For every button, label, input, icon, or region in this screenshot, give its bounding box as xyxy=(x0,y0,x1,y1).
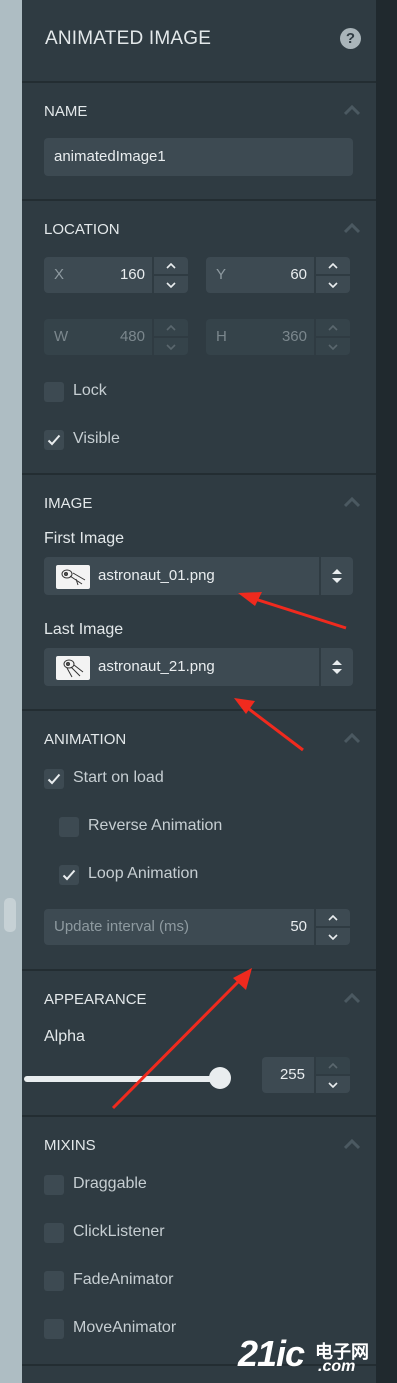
first-image-label: First Image xyxy=(44,530,125,547)
animation-section: ANIMATION Start on load Reverse Animatio… xyxy=(22,711,376,971)
astronaut-thumbnail-icon xyxy=(56,656,90,680)
start-on-load-label: Start on load xyxy=(73,769,164,786)
w-label: W xyxy=(54,328,69,345)
splitter-handle[interactable] xyxy=(4,898,16,932)
update-interval-value: 50 xyxy=(290,918,307,935)
select-updown-icon xyxy=(319,557,353,595)
collapse-chevron-up-icon[interactable] xyxy=(344,496,360,510)
name-input[interactable]: animatedImage1 xyxy=(44,138,353,176)
mixins-section-title: MIXINS xyxy=(44,1137,96,1154)
w-increment-button xyxy=(154,319,188,336)
alpha-value: 255 xyxy=(279,1066,305,1083)
name-section: NAME animatedImage1 xyxy=(22,83,376,201)
y-increment-button[interactable] xyxy=(316,257,350,274)
interval-decrement-button[interactable] xyxy=(316,928,350,945)
image-section: IMAGE First Image astronaut_01.png Last … xyxy=(22,475,376,711)
lock-label: Lock xyxy=(73,382,107,399)
name-section-title: NAME xyxy=(44,103,88,120)
x-increment-button[interactable] xyxy=(154,257,188,274)
question-circle-icon[interactable]: ? xyxy=(340,28,361,49)
appearance-section-title: APPEARANCE xyxy=(44,991,147,1008)
astronaut-thumbnail-icon xyxy=(56,565,90,589)
mixins-section: MIXINS Draggable ClickListener FadeAnima… xyxy=(22,1117,376,1366)
panel-title: ANIMATED IMAGE xyxy=(45,28,212,49)
alpha-increment-button xyxy=(316,1057,350,1074)
update-interval-field[interactable]: Update interval (ms) 50 xyxy=(44,909,314,945)
collapse-chevron-up-icon[interactable] xyxy=(344,992,360,1006)
first-image-value: astronaut_01.png xyxy=(98,567,215,584)
w-value: 480 xyxy=(119,328,145,345)
lock-checkbox[interactable] xyxy=(44,382,64,402)
collapse-chevron-up-icon[interactable] xyxy=(344,1138,360,1152)
select-updown-icon xyxy=(319,648,353,686)
update-interval-label: Update interval (ms) xyxy=(54,918,190,935)
location-section: LOCATION X 160 Y 60 W 480 H 360 Lock Vis… xyxy=(22,201,376,475)
last-image-select[interactable]: astronaut_21.png xyxy=(44,648,353,686)
checkmark-icon xyxy=(47,434,61,446)
visible-label: Visible xyxy=(73,430,120,447)
draggable-checkbox[interactable] xyxy=(44,1175,64,1195)
draggable-label: Draggable xyxy=(73,1175,147,1192)
y-label: Y xyxy=(216,266,227,283)
watermark-logo: 21ic xyxy=(238,1333,305,1374)
checkmark-icon xyxy=(62,869,76,881)
visible-checkbox[interactable] xyxy=(44,430,64,450)
h-label: H xyxy=(216,328,227,345)
fadeanimator-checkbox[interactable] xyxy=(44,1271,64,1291)
last-image-value: astronaut_21.png xyxy=(98,658,215,675)
x-value: 160 xyxy=(119,266,145,283)
collapse-chevron-up-icon[interactable] xyxy=(344,732,360,746)
clicklistener-label: ClickListener xyxy=(73,1223,165,1240)
properties-panel: ANIMATED IMAGE ? NAME animatedImage1 LOC… xyxy=(22,0,376,1383)
loop-animation-label: Loop Animation xyxy=(88,865,199,882)
h-decrement-button xyxy=(316,338,350,355)
last-image-label: Last Image xyxy=(44,621,124,638)
h-field: H 360 xyxy=(206,319,314,355)
animation-section-title: ANIMATION xyxy=(44,731,127,748)
reverse-animation-checkbox[interactable] xyxy=(59,817,79,837)
moveanimator-checkbox[interactable] xyxy=(44,1319,64,1339)
y-value: 60 xyxy=(290,266,307,283)
left-gutter xyxy=(0,0,22,1383)
checkmark-icon xyxy=(47,773,61,785)
x-decrement-button[interactable] xyxy=(154,276,188,293)
x-label: X xyxy=(54,266,65,283)
y-decrement-button[interactable] xyxy=(316,276,350,293)
alpha-label: Alpha xyxy=(44,1028,85,1045)
reverse-animation-label: Reverse Animation xyxy=(88,817,223,834)
h-increment-button xyxy=(316,319,350,336)
location-section-title: LOCATION xyxy=(44,221,120,238)
collapse-chevron-up-icon[interactable] xyxy=(344,104,360,118)
alpha-slider-thumb[interactable] xyxy=(209,1067,231,1089)
panel-header: ANIMATED IMAGE ? xyxy=(22,0,376,83)
name-input-value: animatedImage1 xyxy=(54,148,166,165)
w-decrement-button xyxy=(154,338,188,355)
alpha-field[interactable]: 255 xyxy=(262,1057,314,1093)
alpha-decrement-button[interactable] xyxy=(316,1076,350,1093)
start-on-load-checkbox[interactable] xyxy=(44,769,64,789)
right-gutter xyxy=(376,0,397,1383)
appearance-section: APPEARANCE Alpha 255 xyxy=(22,971,376,1117)
interval-increment-button[interactable] xyxy=(316,909,350,926)
alpha-slider-track[interactable] xyxy=(24,1076,214,1082)
x-field[interactable]: X 160 xyxy=(44,257,152,293)
collapse-chevron-up-icon[interactable] xyxy=(344,222,360,236)
w-field: W 480 xyxy=(44,319,152,355)
clicklistener-checkbox[interactable] xyxy=(44,1223,64,1243)
fadeanimator-label: FadeAnimator xyxy=(73,1271,174,1288)
first-image-select[interactable]: astronaut_01.png xyxy=(44,557,353,595)
h-value: 360 xyxy=(281,328,307,345)
moveanimator-label: MoveAnimator xyxy=(73,1319,177,1336)
image-section-title: IMAGE xyxy=(44,495,93,512)
watermark-domain: .com xyxy=(318,1358,356,1375)
y-field[interactable]: Y 60 xyxy=(206,257,314,293)
loop-animation-checkbox[interactable] xyxy=(59,865,79,885)
